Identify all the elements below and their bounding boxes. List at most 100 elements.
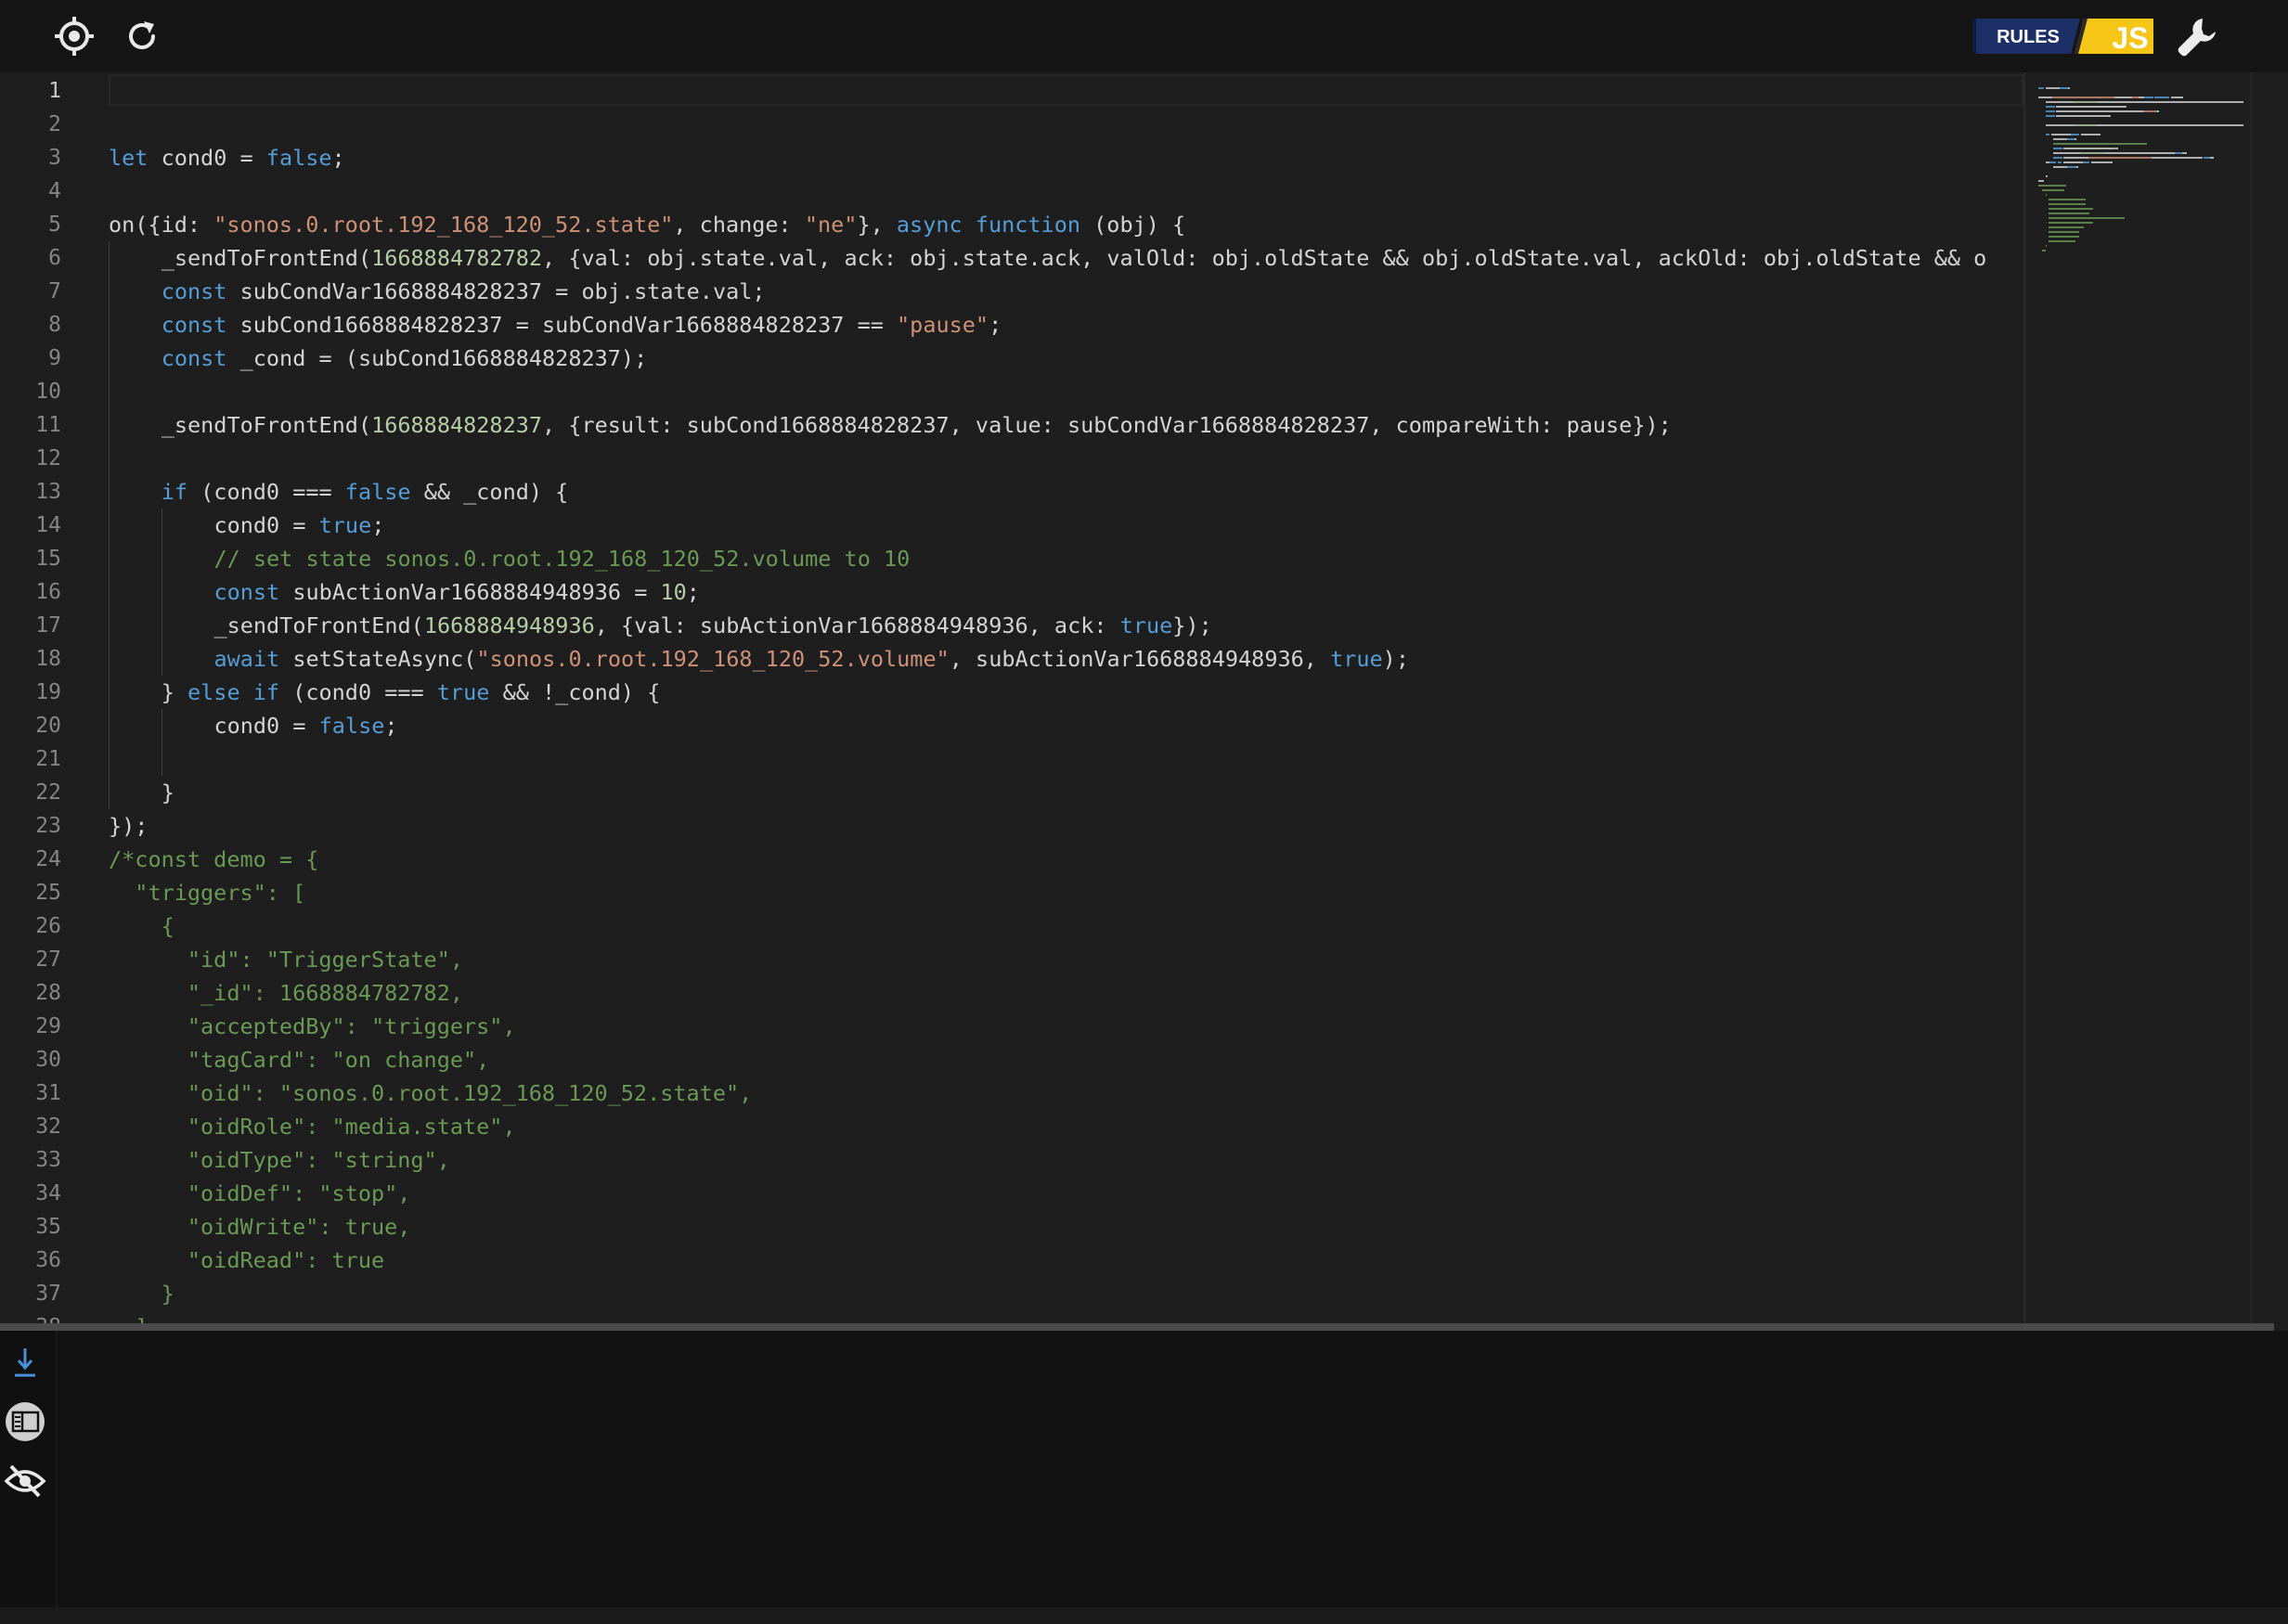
code-line[interactable]: cond0 = true; [213, 509, 384, 542]
line-number: 22 [35, 780, 61, 805]
line-number: 36 [35, 1248, 61, 1272]
minimap-line [2074, 138, 2076, 140]
code-line[interactable]: "oidRead": true [109, 1244, 384, 1277]
code-line[interactable]: await setStateAsync("sonos.0.root.192_16… [213, 642, 1409, 676]
line-number: 17 [35, 613, 61, 638]
code-token: "acceptedBy": "triggers", [109, 1013, 516, 1039]
code-token: ; [686, 579, 700, 605]
code-token: _sendToFrontEnd( [161, 412, 372, 438]
code-token: (cond0 === [187, 479, 345, 505]
code-line[interactable]: } [162, 776, 175, 809]
code-token: "_id": 1668884782782, [109, 980, 464, 1006]
minimap-line [2049, 217, 2126, 219]
code-line[interactable]: _sendToFrontEnd(1668884828237, {result: … [162, 408, 1672, 442]
code-line[interactable]: "acceptedBy": "triggers", [109, 1010, 516, 1043]
code-line[interactable]: on({id: "sonos.0.root.192_168_120_52.sta… [109, 208, 1185, 241]
line-number: 27 [35, 947, 61, 972]
code-line[interactable]: /*const demo = { [109, 843, 318, 876]
code-token: false [344, 479, 411, 505]
minimap-line [2046, 115, 2055, 117]
code-line[interactable]: _sendToFrontEnd(1668884782782, {val: obj… [162, 241, 1987, 275]
minimap-line [2049, 213, 2090, 214]
line-number: 9 [48, 346, 61, 370]
code-line[interactable]: const subActionVar1668884948936 = 10; [213, 575, 700, 609]
code-line[interactable]: "oidWrite": true, [109, 1210, 411, 1244]
code-token: (cond0 === [279, 679, 437, 705]
indent-guide [109, 509, 110, 542]
code-line[interactable]: cond0 = false; [213, 709, 397, 742]
code-token: cond0 = [213, 713, 319, 739]
indent-guide [109, 408, 110, 442]
code-line[interactable]: }); [109, 809, 148, 843]
line-number: 25 [35, 881, 61, 905]
line-number: 19 [35, 680, 61, 704]
code-line[interactable]: let cond0 = false; [109, 141, 345, 174]
minimap[interactable] [2023, 72, 2251, 1325]
code-token: 1668884948936 [423, 612, 595, 638]
code-line[interactable]: const subCondVar1668884828237 = obj.stat… [162, 275, 766, 308]
hide-icon[interactable] [2, 1458, 48, 1504]
wrench-icon[interactable] [2172, 13, 2222, 61]
code-token: ; [384, 713, 398, 739]
code-line[interactable]: "oid": "sonos.0.root.192_168_120_52.stat… [109, 1076, 752, 1110]
indent-guide [109, 442, 110, 475]
minimap-line [2081, 152, 2105, 154]
minimap-line [2049, 226, 2085, 228]
panel-resize-handle[interactable] [0, 1323, 2274, 1331]
code-area[interactable]: let cond0 = false; on({id: "sonos.0.root.… [109, 72, 2023, 1325]
code-token: subActionVar1668884948936 = [279, 579, 661, 605]
target-icon[interactable] [51, 13, 97, 59]
indent-guide [109, 375, 110, 408]
code-line[interactable]: "oidDef": "stop", [109, 1177, 411, 1210]
code-line[interactable]: if (cond0 === false && _cond) { [162, 475, 569, 509]
line-number: 16 [35, 580, 61, 604]
minimap-line [2063, 161, 2083, 163]
minimap-line [2210, 157, 2214, 159]
minimap-line [2049, 203, 2087, 205]
minimap-line [2075, 166, 2078, 168]
minimap-line [2046, 124, 2075, 126]
current-line-highlight [109, 74, 2023, 106]
code-line[interactable]: // set state sonos.0.root.192_168_120_52… [213, 542, 910, 575]
code-token: "sonos.0.root.192_168_120_52.state" [213, 212, 674, 238]
minimap-line [2144, 110, 2157, 112]
code-token: } [109, 1281, 175, 1307]
code-token: "oidDef": "stop", [109, 1180, 411, 1206]
minimap-line [2046, 134, 2049, 135]
code-line[interactable]: "oidRole": "media.state", [109, 1110, 516, 1143]
refresh-icon[interactable] [119, 13, 165, 59]
code-line[interactable]: "_id": 1668884782782, [109, 976, 463, 1010]
code-editor[interactable]: 1 2 3 4 5 6 7 8 9 10 11 12 13 14 15 16 17 18 19 20 21 22 23 24 2… [0, 72, 2274, 1325]
line-number: 5 [48, 213, 61, 237]
code-line[interactable]: const subCond1668884828237 = subCondVar1… [162, 308, 1002, 342]
minimap-line [2050, 134, 2071, 135]
code-token: "triggers": [ [109, 880, 306, 906]
code-token: "tagCard": "on change", [109, 1047, 490, 1073]
code-line[interactable]: "triggers": [ [109, 876, 305, 909]
line-number: 35 [35, 1215, 61, 1239]
code-token: 10 [660, 579, 687, 605]
line-number: 11 [35, 413, 61, 437]
code-line[interactable]: } [109, 1277, 175, 1310]
code-line[interactable]: } else if (cond0 === true && !_cond) { [162, 676, 661, 709]
code-line[interactable]: "oidType": "string", [109, 1143, 450, 1177]
line-number: 18 [35, 647, 61, 671]
indent-guide [109, 542, 110, 575]
code-line[interactable]: "id": "TriggerState", [109, 943, 463, 976]
code-token: const [161, 312, 227, 338]
scroll-to-bottom-icon[interactable] [2, 1340, 48, 1386]
code-line[interactable]: _sendToFrontEnd(1668884948936, {val: sub… [213, 609, 1211, 642]
code-token: _cond = (subCond1668884828237); [226, 345, 648, 371]
minimap-line [2068, 87, 2071, 89]
code-token: const [161, 345, 227, 371]
line-number: 6 [48, 246, 61, 270]
code-line[interactable]: { [109, 909, 175, 943]
code-token: }); [1172, 612, 1212, 638]
line-number: 14 [35, 513, 61, 537]
code-line[interactable]: "tagCard": "on change", [109, 1043, 489, 1076]
minimap-line [2056, 106, 2127, 108]
toggle-panel-icon[interactable] [2, 1398, 48, 1445]
minimap-line [2053, 152, 2082, 154]
code-line[interactable]: const _cond = (subCond1668884828237); [162, 342, 648, 375]
vertical-scrollbar[interactable] [2251, 72, 2274, 1325]
